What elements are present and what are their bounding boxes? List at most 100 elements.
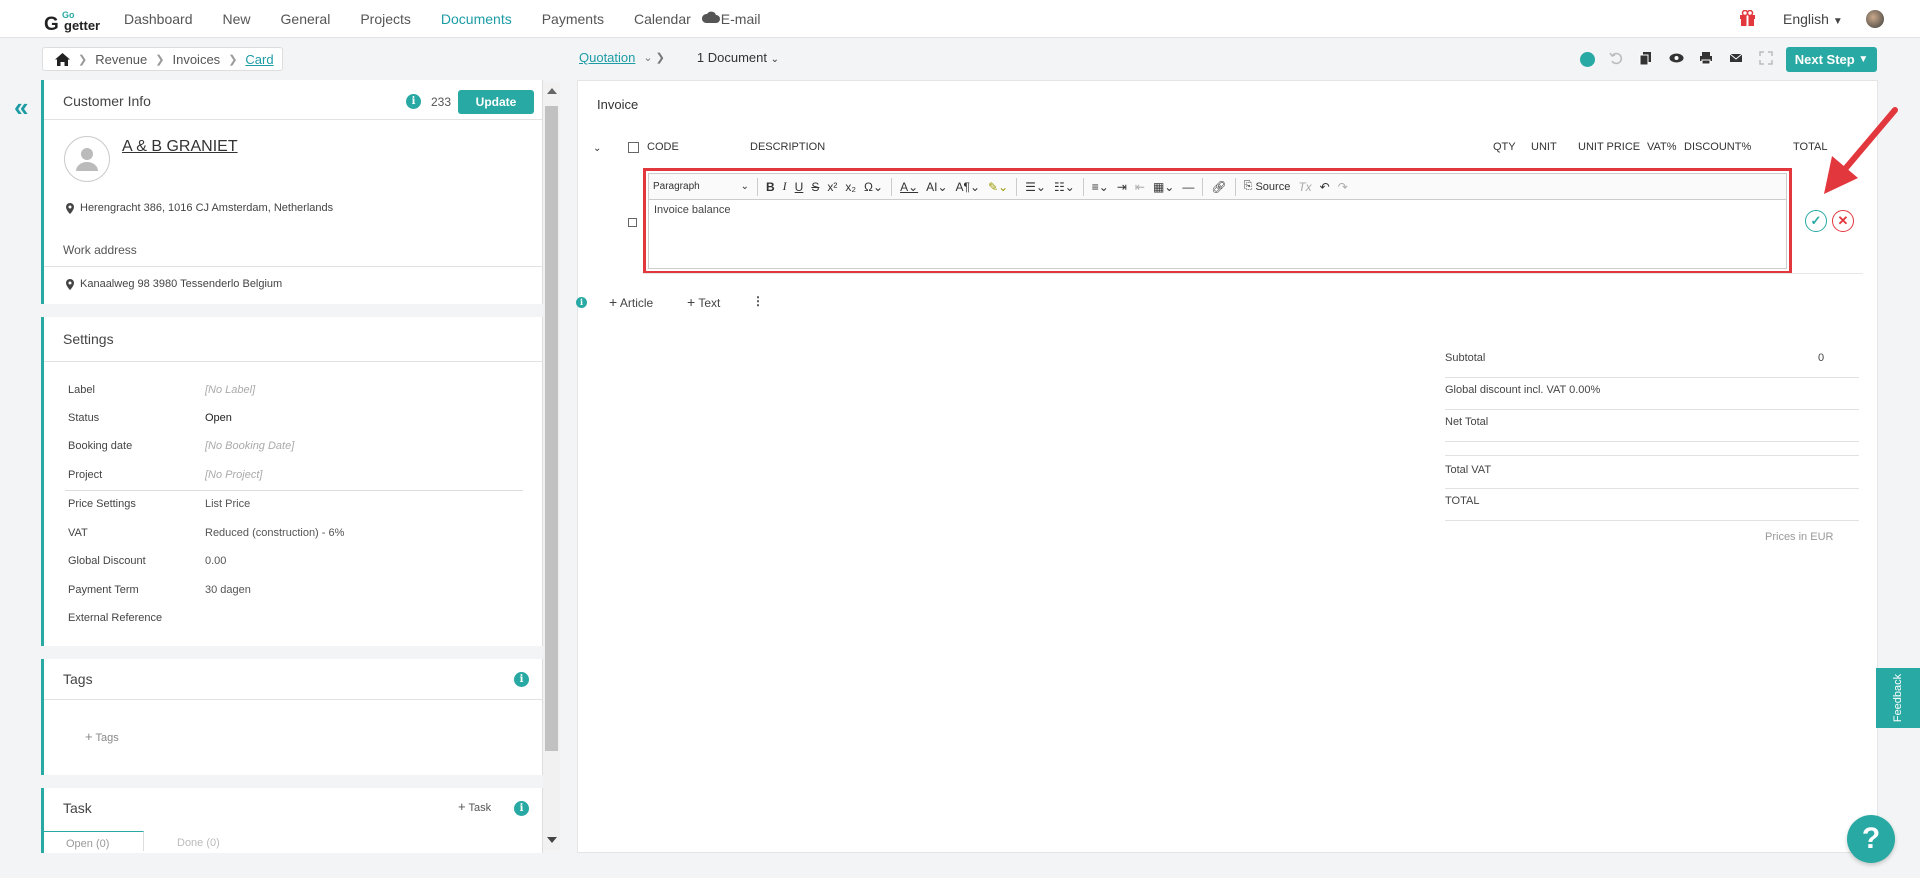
user-avatar[interactable] (1866, 10, 1884, 28)
redo-icon[interactable]: ↷ (1334, 177, 1352, 197)
font-size-icon[interactable]: AI⌄ (922, 177, 951, 197)
scroll-down-arrow-icon[interactable] (547, 837, 557, 843)
customer-name[interactable]: A & B GRANIET (122, 138, 238, 156)
collapse-sidebar-icon[interactable]: « (14, 92, 28, 123)
subscript-icon[interactable]: x₂ (841, 177, 860, 197)
add-task-button[interactable]: + Task (458, 799, 491, 814)
plus-icon: + (687, 294, 696, 310)
scroll-up-arrow-icon[interactable] (547, 88, 557, 94)
home-icon[interactable] (55, 52, 70, 66)
horizontal-line-icon[interactable]: — (1178, 177, 1198, 197)
more-options-icon[interactable]: ⋮ (752, 294, 764, 308)
info-icon[interactable]: i (406, 94, 421, 109)
undo-icon[interactable] (1609, 51, 1625, 67)
outdent-icon[interactable]: ⇤ (1131, 177, 1149, 197)
customer-address: Herengracht 386, 1016 CJ Amsterdam, Neth… (66, 202, 333, 214)
special-characters-icon[interactable]: Ω⌄ (860, 177, 887, 197)
settings-title: Settings (63, 331, 114, 347)
cancel-line-button[interactable]: ✕ (1832, 210, 1854, 232)
documents-dropdown[interactable]: 1 Document ⌄ (697, 50, 779, 65)
italic-icon[interactable]: I (779, 177, 791, 197)
customer-avatar (64, 136, 110, 182)
settings-label-label: Label (68, 384, 95, 396)
task-tab-done[interactable]: Done (0) (177, 837, 220, 849)
column-unit: UNIT (1531, 141, 1557, 153)
next-step-button[interactable]: Next Step ▼ (1786, 47, 1877, 72)
breadcrumb-card[interactable]: Card (245, 52, 273, 67)
indent-icon[interactable]: ⇥ (1113, 177, 1131, 197)
mail-icon[interactable] (1729, 51, 1745, 67)
plus-icon: + (85, 729, 93, 744)
bold-icon[interactable]: B (762, 177, 779, 197)
superscript-icon[interactable]: x² (823, 177, 841, 197)
line-checkbox[interactable] (628, 218, 637, 227)
update-button[interactable]: Update (458, 90, 534, 114)
help-button[interactable]: ? (1847, 815, 1895, 863)
add-text-button[interactable]: + Text (687, 294, 720, 310)
select-all-checkbox[interactable] (628, 142, 639, 153)
bulleted-list-icon[interactable]: ☰⌄ (1021, 177, 1050, 197)
info-icon[interactable] (1580, 51, 1595, 67)
info-icon[interactable]: i (514, 801, 529, 816)
underline-icon[interactable]: U (791, 177, 808, 197)
expand-icon[interactable] (1759, 51, 1775, 67)
breadcrumb: ❯ Revenue ❯ Invoices ❯ Card (42, 47, 283, 71)
language-selector[interactable]: English ▼ (1783, 11, 1843, 27)
left-panel-scrollbar[interactable] (543, 82, 560, 850)
breadcrumb-invoices[interactable]: Invoices (172, 52, 220, 67)
settings-payment-term-value[interactable]: 30 dagen (205, 584, 251, 596)
settings-vat-value[interactable]: Reduced (construction) - 6% (205, 527, 344, 539)
nav-dashboard[interactable]: Dashboard (124, 11, 193, 27)
customer-info-title: Customer Info (63, 93, 151, 109)
gift-icon[interactable] (1739, 10, 1756, 26)
strikethrough-icon[interactable]: S (807, 177, 823, 197)
info-icon[interactable]: i (514, 672, 529, 687)
nav-general[interactable]: General (281, 11, 331, 27)
nav-new[interactable]: New (223, 11, 251, 27)
nav-documents[interactable]: Documents (441, 11, 512, 27)
settings-project-value[interactable]: [No Project] (205, 469, 262, 481)
settings-booking-date-value[interactable]: [No Booking Date] (205, 440, 294, 452)
align-icon[interactable]: ≡⌄ (1088, 177, 1113, 197)
chevron-icon[interactable]: ⌄ ❯ (643, 51, 665, 64)
collapse-lines-chevron-icon[interactable]: ⌄ (593, 143, 601, 154)
scrollbar-thumb[interactable] (545, 106, 558, 751)
cloud-icon[interactable] (702, 10, 720, 24)
breadcrumb-revenue[interactable]: Revenue (95, 52, 147, 67)
editor-content[interactable]: Invoice balance (648, 200, 1787, 269)
eye-icon[interactable] (1669, 51, 1685, 67)
add-article-button[interactable]: + Article (609, 294, 653, 310)
settings-discount-value[interactable]: 0.00 (205, 555, 226, 567)
nav-email[interactable]: E-mail (721, 11, 761, 27)
undo-icon[interactable]: ↶ (1316, 177, 1334, 197)
work-address-label: Work address (63, 243, 137, 257)
nav-calendar[interactable]: Calendar (634, 11, 691, 27)
numbered-list-icon[interactable]: ☷⌄ (1050, 177, 1079, 197)
chevron-down-icon: ▼ (1832, 16, 1843, 27)
copy-icon[interactable] (1639, 51, 1655, 67)
feedback-tab[interactable]: Feedback (1876, 668, 1920, 728)
settings-label-value[interactable]: [No Label] (205, 384, 255, 396)
font-color-icon[interactable]: A⌄ (896, 177, 922, 197)
paragraph-style-dropdown[interactable]: Paragraph ⌄ (649, 177, 753, 197)
source-button[interactable]: ⎘ Source (1240, 177, 1295, 197)
global-discount-row: Global discount incl. VAT 0.00% (1445, 384, 1859, 410)
remove-format-icon[interactable]: Tx (1294, 177, 1315, 197)
info-icon[interactable]: i (576, 297, 587, 308)
print-icon[interactable] (1699, 51, 1715, 67)
gogetter-logo[interactable]: G Go getter (44, 8, 102, 35)
task-tab-done-label: Done (0) (177, 837, 220, 849)
quotation-link[interactable]: Quotation (579, 50, 635, 65)
feedback-label: Feedback (1892, 673, 1904, 723)
link-icon[interactable]: 🔗︎ (1207, 177, 1230, 197)
highlight-icon[interactable]: ✎⌄ (984, 177, 1012, 197)
settings-status-value[interactable]: Open (205, 412, 232, 424)
confirm-line-button[interactable]: ✓ (1805, 210, 1827, 232)
nav-payments[interactable]: Payments (542, 11, 604, 27)
add-tag-button[interactable]: + Tags (85, 729, 119, 744)
font-family-icon[interactable]: A¶⌄ (952, 177, 985, 197)
task-tab-open[interactable]: Open (0) (44, 831, 144, 851)
settings-price-value[interactable]: List Price (205, 498, 250, 510)
nav-projects[interactable]: Projects (360, 11, 411, 27)
table-icon[interactable]: ▦⌄ (1149, 177, 1178, 197)
